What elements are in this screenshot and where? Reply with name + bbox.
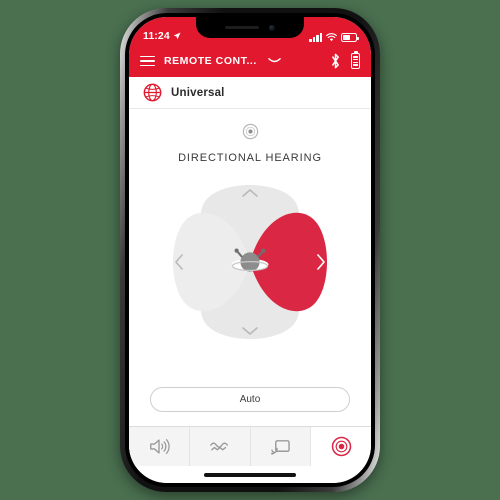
earpiece-speaker-icon	[225, 25, 259, 30]
bottom-tab-bar	[129, 426, 371, 466]
directional-hearing-selector	[166, 178, 334, 346]
cellular-signal-icon	[309, 33, 322, 42]
cast-streaming-icon	[270, 439, 290, 455]
home-indicator-area	[129, 466, 371, 483]
chevron-down-icon[interactable]	[268, 57, 281, 65]
tab-streaming[interactable]	[250, 427, 312, 466]
location-arrow-icon	[173, 32, 181, 40]
app-title: REMOTE CONT...	[164, 55, 257, 67]
bluetooth-icon[interactable]	[329, 53, 342, 69]
directional-target-icon	[242, 123, 258, 140]
sound-waves-icon	[209, 441, 228, 450]
auto-button[interactable]: Auto	[150, 387, 350, 412]
target-record-icon	[331, 436, 351, 457]
phone-screen: 11:24 REMOTE CONT... Universal DIRECTION…	[129, 17, 371, 483]
page-title: DIRECTIONAL HEARING	[178, 152, 322, 164]
status-bar-left: 11:24	[143, 30, 181, 42]
wifi-icon	[326, 33, 337, 42]
hearing-aid-battery-icon[interactable]	[351, 53, 360, 69]
globe-icon	[143, 83, 162, 102]
app-header-bar: REMOTE CONT...	[129, 45, 371, 77]
program-name: Universal	[171, 86, 225, 99]
hamburger-menu-icon[interactable]	[140, 55, 155, 67]
battery-icon	[341, 33, 359, 42]
tab-direction[interactable]	[311, 427, 371, 466]
main-content: DIRECTIONAL HEARING Auto	[129, 109, 371, 426]
tab-volume[interactable]	[129, 427, 190, 466]
home-indicator[interactable]	[204, 472, 296, 477]
status-bar-right	[309, 33, 359, 42]
front-camera-icon	[269, 24, 275, 31]
program-row[interactable]: Universal	[129, 77, 371, 109]
phone-device-frame: 11:24 REMOTE CONT... Universal DIRECTION…	[120, 8, 380, 492]
speaker-volume-icon	[149, 439, 170, 454]
tab-sound[interactable]	[189, 427, 251, 466]
phone-bezel: 11:24 REMOTE CONT... Universal DIRECTION…	[125, 13, 375, 487]
status-bar-clock: 11:24	[143, 30, 170, 42]
phone-notch	[196, 17, 304, 38]
